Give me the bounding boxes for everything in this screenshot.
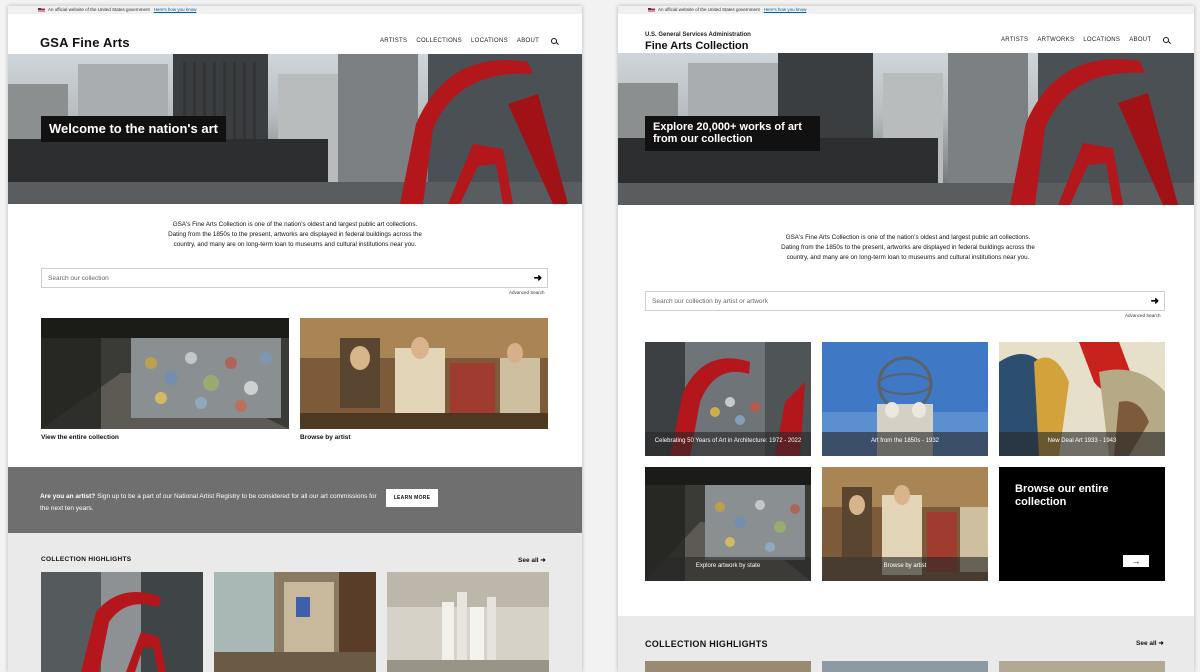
hero-banner: Welcome to the nation's art bbox=[8, 54, 582, 204]
gov-banner-text: An official website of the United States… bbox=[658, 7, 760, 12]
browse-collection-text: Browse our entire collection bbox=[1015, 483, 1109, 508]
nav-item-artworks[interactable]: ARTWORKS bbox=[1037, 37, 1074, 43]
main-nav: ARTISTS ARTWORKS LOCATIONS ABOUT bbox=[1001, 37, 1170, 43]
highlight-card-lobby[interactable] bbox=[214, 572, 376, 672]
gov-banner-link[interactable]: Here's how you know bbox=[154, 7, 197, 12]
search-submit-arrow-icon[interactable]: ➜ bbox=[1151, 296, 1159, 307]
hero-banner: Explore 20,000+ works of art from our co… bbox=[618, 53, 1194, 205]
artist-registry-band: Are you an artist? Sign up to be a part … bbox=[8, 467, 582, 533]
site-logo[interactable]: Fine Arts Collection bbox=[645, 40, 749, 52]
site-logo[interactable]: GSA Fine Arts bbox=[40, 35, 130, 50]
category-tile-1850s[interactable]: Art from the 1850s - 1932 bbox=[822, 342, 988, 456]
intro-text: GSA's Fine Arts Collection is one of the… bbox=[781, 234, 1035, 261]
homepage-mockup-redesign: An official website of the United States… bbox=[618, 6, 1194, 672]
tile-caption: New Deal Art 1933 - 1943 bbox=[999, 432, 1165, 456]
see-all-link[interactable]: See all ➜ bbox=[1136, 639, 1164, 647]
tile-caption: Browse by artist bbox=[822, 557, 988, 581]
search-placeholder: Search our collection by artist or artwo… bbox=[652, 298, 768, 305]
arrow-right-icon[interactable]: → bbox=[1123, 555, 1149, 567]
highlight-card-flamingo[interactable] bbox=[41, 572, 203, 672]
gov-banner-text: An official website of the United States… bbox=[48, 7, 150, 12]
gov-banner-link[interactable]: Here's how you know bbox=[764, 7, 807, 12]
tile-label-artist[interactable]: Browse by artist bbox=[300, 434, 351, 441]
intro-text: GSA's Fine Arts Collection is one of the… bbox=[168, 221, 422, 248]
nav-item-artists[interactable]: ARTISTS bbox=[380, 38, 407, 44]
hero-title: Explore 20,000+ works of art from our co… bbox=[645, 116, 820, 152]
artist-registry-text: Are you an artist? Sign up to be a part … bbox=[40, 491, 385, 515]
highlight-card[interactable] bbox=[645, 661, 811, 672]
nav-item-locations[interactable]: LOCATIONS bbox=[1083, 37, 1120, 43]
arrow-right-icon: ➜ bbox=[1158, 640, 1164, 647]
gov-banner: An official website of the United States… bbox=[8, 6, 582, 14]
category-tile-artist[interactable]: Browse by artist bbox=[822, 467, 988, 581]
highlights-title: COLLECTION HIGHLIGHTS bbox=[645, 639, 768, 649]
tile-caption: Explore artwork by state bbox=[645, 557, 811, 581]
arrow-right-icon: ➜ bbox=[540, 557, 546, 564]
nav-item-collections[interactable]: COLLECTIONS bbox=[416, 38, 462, 44]
search-icon[interactable] bbox=[1163, 37, 1170, 43]
tile-image-collection[interactable] bbox=[41, 318, 289, 429]
artist-question: Are you an artist? bbox=[40, 493, 96, 500]
category-tile-state[interactable]: Explore artwork by state bbox=[645, 467, 811, 581]
us-flag-icon bbox=[648, 7, 655, 13]
advanced-search-link[interactable]: Advanced Search bbox=[1125, 313, 1161, 318]
search-input[interactable]: Search our collection ➜ bbox=[41, 268, 548, 288]
nav-item-artists[interactable]: ARTISTS bbox=[1001, 37, 1028, 43]
search-input[interactable]: Search our collection by artist or artwo… bbox=[645, 291, 1165, 311]
site-header: U.S. General Services Administration Fin… bbox=[618, 14, 1194, 54]
category-tile-aia[interactable]: Celebrating 50 Years of Art in Architect… bbox=[645, 342, 811, 456]
search-icon[interactable] bbox=[551, 38, 558, 44]
nav-item-about[interactable]: ABOUT bbox=[1129, 37, 1151, 43]
nav-item-about[interactable]: ABOUT bbox=[517, 38, 539, 44]
tile-image-artist[interactable] bbox=[300, 318, 548, 429]
homepage-mockup-current: An official website of the United States… bbox=[8, 6, 582, 672]
search-submit-arrow-icon[interactable]: ➜ bbox=[534, 273, 542, 284]
nav-item-locations[interactable]: LOCATIONS bbox=[471, 38, 508, 44]
browse-collection-tile[interactable]: Browse our entire collection → bbox=[999, 467, 1165, 581]
highlight-card[interactable] bbox=[999, 661, 1165, 672]
category-tile-new-deal[interactable]: New Deal Art 1933 - 1943 bbox=[999, 342, 1165, 456]
see-all-label: See all bbox=[1136, 640, 1157, 647]
search-placeholder: Search our collection bbox=[48, 275, 109, 282]
main-nav: ARTISTS COLLECTIONS LOCATIONS ABOUT bbox=[380, 38, 558, 44]
tile-label-collection[interactable]: View the entire collection bbox=[41, 434, 119, 441]
agency-name: U.S. General Services Administration bbox=[645, 32, 751, 38]
us-flag-icon bbox=[38, 7, 45, 13]
hero-title: Welcome to the nation's art bbox=[41, 116, 226, 142]
tile-caption: Art from the 1850s - 1932 bbox=[822, 432, 988, 456]
tile-caption: Celebrating 50 Years of Art in Architect… bbox=[645, 432, 811, 456]
highlight-card-sculpture[interactable] bbox=[387, 572, 549, 672]
gov-banner: An official website of the United States… bbox=[618, 6, 1194, 14]
site-header: GSA Fine Arts ARTISTS COLLECTIONS LOCATI… bbox=[8, 14, 582, 54]
learn-more-button[interactable]: LEARN MORE bbox=[386, 489, 438, 507]
see-all-link[interactable]: See all ➜ bbox=[518, 556, 546, 564]
advanced-search-link[interactable]: Advanced Search bbox=[509, 290, 545, 295]
highlights-title: COLLECTION HIGHLIGHTS bbox=[41, 556, 132, 563]
highlight-card[interactable] bbox=[822, 661, 988, 672]
see-all-label: See all bbox=[518, 557, 539, 564]
